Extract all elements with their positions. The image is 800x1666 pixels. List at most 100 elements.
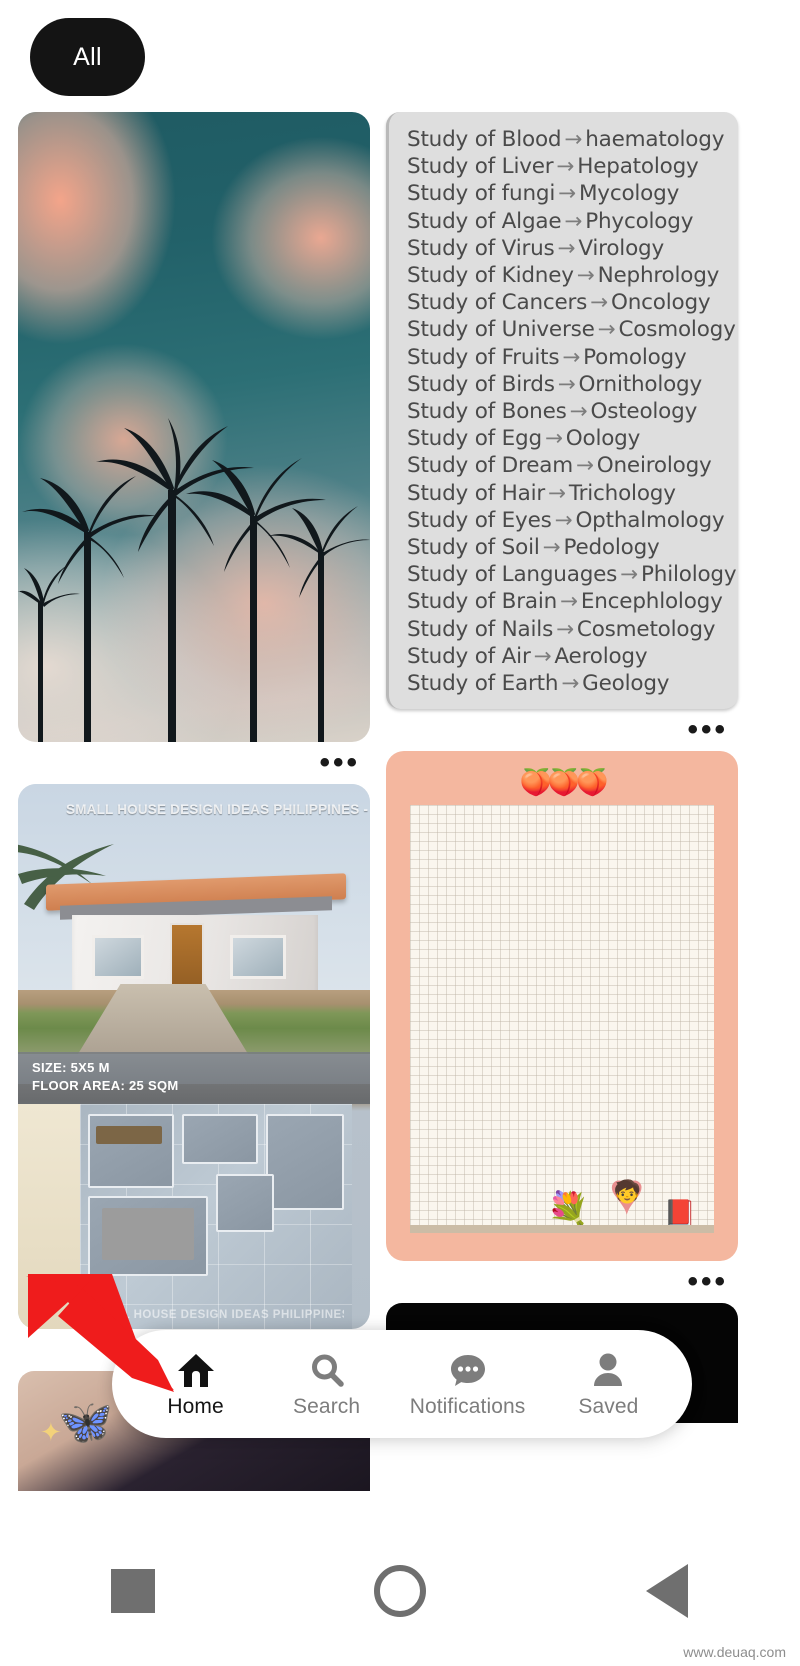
nav-item-search[interactable]: Search [279,1350,375,1419]
study-line: Study of Universe → Cosmology [407,316,736,343]
arrow-icon: → [562,344,581,370]
study-line: Study of Soil → Pedology [407,534,728,561]
triangle-back-icon [645,1564,688,1618]
study-subject: Study of Soil [407,535,540,561]
back-button[interactable] [607,1546,727,1636]
study-subject: Study of Bones [407,399,567,425]
arrow-icon: → [560,589,578,615]
study-line: Study of Earth → Geology [407,670,728,697]
nav-label-notifications: Notifications [409,1394,526,1418]
study-field: Trichology [568,480,676,506]
circle-home-icon [373,1565,426,1617]
recents-button[interactable] [73,1546,193,1636]
arrow-icon: → [564,127,583,152]
study-field: Virology [578,235,665,261]
study-field: Opthalmology [575,507,725,533]
pin-overflow-menu-study[interactable]: ••• [386,709,738,751]
study-subject: Study of Egg [407,426,542,452]
study-of-lines: Study of Blood → haematology Study of Live… [407,126,737,697]
study-subject: Study of Earth [407,671,559,697]
floorplan-room-living [266,1114,344,1210]
house-ground [18,984,370,1054]
study-field: Oneirology [596,453,712,479]
arrow-icon: → [533,643,552,669]
arrow-icon: → [556,616,574,642]
arrow-icon: → [569,399,588,425]
house-floor-area-label: FLOOR AREA: 25 SQM [32,1078,179,1093]
study-field: Geology [582,671,670,697]
feed-column-left: ••• SMALL HOUSE DESIGN IDEAS PHILIPPINES… [18,112,370,1512]
floorplan-room-bath [182,1114,258,1164]
arrow-icon: → [554,507,573,533]
study-line: Study of Blood → haematology [407,126,728,153]
arrow-icon: → [561,671,580,697]
book-icon: 📕 [663,1198,696,1229]
arrow-icon: → [558,181,576,207]
arrow-icon: → [542,535,561,561]
study-subject: Study of Liver [407,154,554,180]
study-subject: Study of Eyes [407,507,552,533]
study-field: Ornithology [578,371,703,397]
pin-image-notepad[interactable]: 🍑🍑🍑 💐 ♥ 🧒 📕 [386,751,738,1262]
peaches-icon: 🍑🍑🍑 [519,767,608,798]
arrow-icon: → [590,290,608,316]
study-field: Pomology [583,344,687,370]
study-field: Cosmology [618,317,736,343]
study-line: Study of fungi → Mycology [407,180,728,207]
nav-item-home[interactable]: Home [148,1350,244,1419]
home-button[interactable] [340,1546,460,1636]
arrow-icon: → [548,480,566,506]
pin-card-sky[interactable]: ••• [18,112,370,784]
study-line: Study of Liver → Hepatology [407,153,728,180]
house-size-band: SIZE: 5X5 M FLOOR AREA: 25 SQM [18,1052,370,1104]
floorplan-room-kitchen [216,1174,274,1232]
tulips-icon: 💐 [547,1191,590,1230]
pin-card-house[interactable]: SMALL HOUSE DESIGN IDEAS PHILIPPINES - B… [18,784,370,1371]
phone-screen: All ••• SMALL HOUSE DESIGN IDEAS PHILIPP… [0,0,800,1666]
study-line: Study of Egg → Oology [407,425,728,452]
square-recents-icon [111,1569,156,1613]
house-window-left [92,935,144,979]
study-line: Study of Algae → Phycology [407,208,728,235]
pin-image-sky[interactable] [18,112,370,742]
pin-card-study-list[interactable]: Study of Blood → haematology Study of Live… [386,112,738,751]
pin-image-house[interactable]: SMALL HOUSE DESIGN IDEAS PHILIPPINES - B… [18,784,370,1329]
search-icon [309,1350,345,1390]
study-subject: Study of fungi [407,181,556,207]
study-subject: Study of Cancers [407,290,588,316]
house-walkway [78,984,248,1054]
study-line: Study of Nails → Cosmetology [407,616,728,643]
house-design-photo: SMALL HOUSE DESIGN IDEAS PHILIPPINES - B… [18,784,370,1329]
nav-item-notifications[interactable]: Notifications [410,1350,526,1419]
floorplan-caption: SMALL HOUSE DESIGN IDEAS PHILIPPINES - B… [88,1309,344,1321]
study-line: Study of Kidney → Nephrology [407,262,728,289]
study-subject: Study of Hair [407,480,546,506]
chat-bubble-icon [449,1350,487,1390]
nav-item-saved[interactable]: Saved [560,1350,656,1419]
study-subject: Study of Algae [407,208,562,234]
pin-card-notepad[interactable]: 🍑🍑🍑 💐 ♥ 🧒 📕 ••• [386,751,738,1303]
pin-feed[interactable]: ••• SMALL HOUSE DESIGN IDEAS PHILIPPINES… [0,112,800,1512]
arrow-icon: → [564,208,583,234]
notepad-grid-paper: 💐 ♥ 🧒 📕 [410,805,714,1234]
pin-overflow-menu-sky[interactable]: ••• [18,742,370,784]
study-field: Cosmetology [576,616,716,642]
house-size-label: SIZE: 5X5 M [32,1060,110,1075]
study-of-list[interactable]: Study of Blood → haematology Study of Live… [386,112,738,710]
arrow-icon: → [557,235,576,261]
filter-chip-all-label: All [73,42,102,71]
house-floorplan: SMALL HOUSE DESIGN IDEAS PHILIPPINES - B… [80,1104,352,1329]
study-field: Encephlology [580,589,723,615]
notepad-illustration: 💐 ♥ 🧒 📕 [547,1164,696,1230]
palm-trees-silhouette [18,418,370,742]
study-line: Study of Bones → Osteology [407,398,728,425]
filter-chip-row: All [30,18,145,96]
floorplan-bed-icon [102,1208,194,1260]
study-line: Study of Dream → Oneirology [407,452,728,479]
android-system-nav [0,1516,800,1666]
study-field: Pedology [563,535,660,561]
filter-chip-all[interactable]: All [30,18,145,96]
site-watermark: www.deuaq.com [683,1644,786,1660]
nav-label-saved: Saved [578,1394,639,1418]
pin-overflow-menu-notepad[interactable]: ••• [386,1261,738,1303]
